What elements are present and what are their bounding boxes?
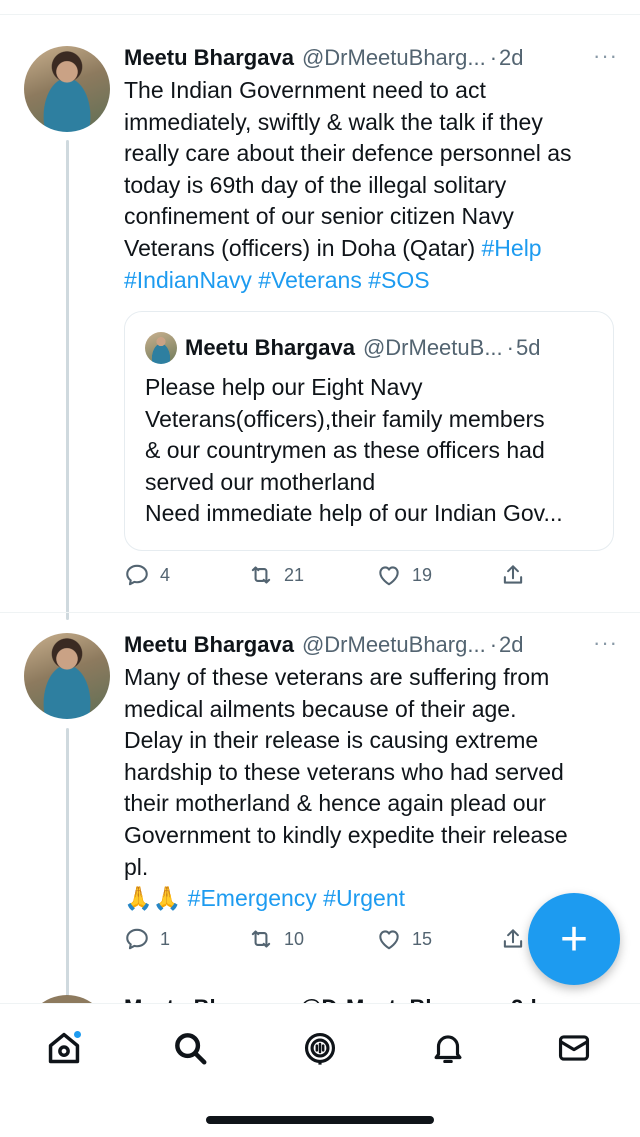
tweet-text: The Indian Government need to act immedi… (124, 75, 624, 296)
tab-spaces[interactable] (298, 1026, 342, 1070)
tab-messages[interactable] (552, 1026, 596, 1070)
bell-icon (434, 1035, 462, 1064)
tab-search[interactable] (168, 1026, 212, 1070)
tweet-actions: 1 10 15 (124, 926, 544, 960)
tweet-header: Meetu Bhargava @DrMeetuBharg... · 2d (124, 41, 624, 75)
quoted-author-name: Meetu Bhargava (185, 335, 355, 360)
thread-connector (66, 728, 69, 998)
like-count: 15 (412, 928, 433, 949)
tweet-actions: 4 21 19 (124, 562, 544, 596)
retweet-icon (251, 930, 271, 948)
reply-button[interactable]: 4 (124, 562, 170, 588)
more-options-icon[interactable]: ··· (593, 43, 618, 69)
timestamp[interactable]: 2d (499, 45, 523, 71)
quoted-author-handle: @DrMeetuB... (362, 335, 503, 360)
retweet-count: 21 (284, 564, 305, 585)
retweet-count: 10 (284, 928, 305, 949)
hashtag-links[interactable]: #IndianNavy #Veterans #SOS (124, 267, 430, 293)
tweet-divider (0, 612, 640, 613)
reply-count: 1 (160, 928, 171, 949)
heart-icon (379, 930, 399, 950)
quoted-tweet-header: Meetu Bhargava @DrMeetuB... · 5d (145, 332, 593, 364)
tab-notifications[interactable] (426, 1026, 470, 1070)
quoted-avatar (145, 332, 177, 364)
author-handle[interactable]: @DrMeetuBharg... (302, 632, 486, 658)
thread-connector (66, 140, 69, 620)
retweet-button[interactable]: 10 (248, 926, 304, 952)
timestamp[interactable]: 2d (499, 632, 523, 658)
author-handle[interactable]: @DrMeetuBharg... (302, 45, 486, 71)
avatar-peek (24, 995, 110, 1003)
top-divider (0, 14, 640, 15)
heart-icon (379, 566, 399, 586)
avatar[interactable] (24, 46, 110, 132)
tweet-header: Meetu Bhargava @DrMeetuBharg... · 2d (124, 628, 624, 662)
separator-dot: · (489, 632, 498, 657)
quoted-tweet-text: Please help our Eight Navy Veterans(offi… (145, 374, 563, 527)
hashtag-links[interactable]: #Emergency #Urgent (188, 885, 405, 911)
quoted-timestamp: 5d (515, 335, 541, 360)
praying-hands-emoji: 🙏🙏 (124, 885, 182, 912)
author-name[interactable]: Meetu Bhargava (124, 45, 294, 71)
author-name[interactable]: Meetu Bhargava (124, 632, 294, 658)
separator-dot: · (489, 45, 498, 70)
share-icon (503, 565, 523, 584)
quoted-tweet[interactable]: Meetu Bhargava @DrMeetuB... · 5d Please … (124, 311, 614, 551)
avatar[interactable] (24, 633, 110, 719)
home-indicator (206, 1116, 434, 1124)
reply-icon (126, 928, 148, 950)
search-icon (175, 1033, 207, 1065)
tweet-text: Many of these veterans are suffering fro… (124, 664, 568, 880)
reply-button[interactable]: 1 (124, 926, 170, 952)
like-button[interactable]: 19 (376, 562, 432, 588)
compose-tweet-button[interactable]: + (528, 893, 620, 985)
like-count: 19 (412, 564, 433, 585)
retweet-button[interactable]: 21 (248, 562, 304, 588)
reply-icon (126, 564, 148, 586)
tweet-text-body: The Indian Government need to act immedi… (124, 77, 572, 261)
notification-dot (73, 1030, 82, 1039)
mail-icon (558, 1035, 590, 1061)
like-button[interactable]: 15 (376, 926, 432, 952)
share-icon (503, 929, 523, 948)
next-tweet-header-peek: Meetu Bhargava @DrMeetuBharg... · 2d (124, 995, 614, 1003)
tab-home[interactable] (42, 1026, 86, 1070)
reply-count: 4 (160, 564, 171, 585)
more-options-icon[interactable]: ··· (593, 630, 618, 656)
share-button[interactable] (500, 562, 536, 588)
spaces-icon (304, 1032, 336, 1065)
tweet[interactable]: Meetu Bhargava @DrMeetuBharg... · 2d ···… (124, 41, 624, 296)
separator-dot: · (506, 335, 514, 360)
plus-icon: + (559, 912, 589, 966)
hashtag-link[interactable]: #Help (482, 235, 542, 261)
tweet[interactable]: Meetu Bhargava @DrMeetuBharg... · 2d ···… (124, 628, 624, 915)
retweet-icon (251, 566, 271, 584)
